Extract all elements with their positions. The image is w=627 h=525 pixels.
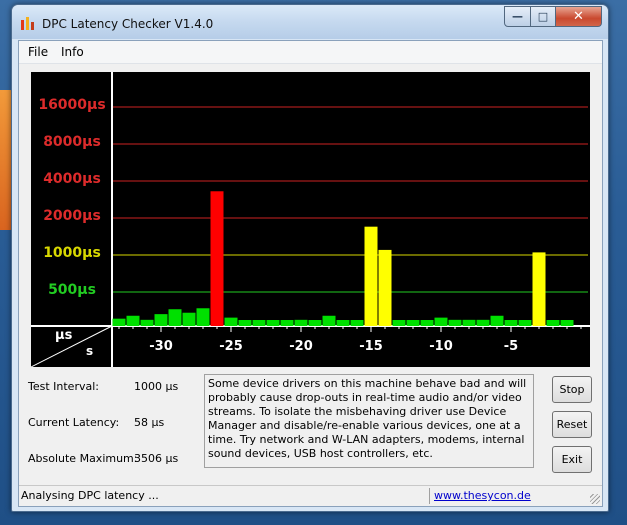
latency-bar: [378, 249, 392, 326]
x-tick-label: -10: [429, 339, 453, 354]
status-text: Analysing DPC latency ...: [21, 489, 159, 502]
latency-bar: [518, 320, 532, 326]
minimize-button[interactable]: —: [504, 6, 531, 27]
reset-button[interactable]: Reset: [552, 411, 592, 438]
latency-bar: [504, 320, 518, 326]
latency-bar: [210, 191, 224, 326]
client-area: File Info 16000µs 8000µs 4000µs 2000µs 1000µ…: [18, 40, 603, 507]
latency-bar: [126, 315, 140, 326]
latency-bar: [308, 320, 322, 326]
x-tick-label: -20: [289, 339, 313, 354]
latency-bar: [266, 320, 280, 326]
menu-info[interactable]: Info: [61, 45, 84, 59]
status-separator: [429, 488, 430, 504]
latency-bar: [322, 315, 336, 326]
y-axis-unit-label: µs: [55, 328, 73, 343]
latency-bar: [546, 320, 560, 326]
menu-file[interactable]: File: [28, 45, 48, 59]
test-interval-label: Test Interval:: [28, 380, 99, 393]
latency-bar: [560, 320, 574, 326]
latency-bar: [532, 252, 546, 326]
latency-bar: [336, 320, 350, 326]
website-link[interactable]: www.thesycon.de: [434, 489, 531, 502]
latency-bar: [406, 320, 420, 326]
latency-bar: [238, 320, 252, 326]
maximize-button[interactable]: □: [531, 6, 556, 27]
latency-bar: [350, 320, 364, 326]
latency-bar: [392, 320, 406, 326]
window-controls: — □ ✕: [504, 6, 602, 27]
absolute-maximum-value: 3506 µs: [134, 452, 179, 465]
title-bar[interactable]: DPC Latency Checker V1.4.0 — □ ✕: [12, 5, 608, 39]
window-title: DPC Latency Checker V1.4.0: [42, 17, 214, 31]
latency-bar: [434, 317, 448, 326]
latency-bar: [294, 319, 308, 326]
resize-grip-icon[interactable]: [590, 494, 600, 504]
y-tick-label: 16000µs: [38, 97, 106, 113]
status-bar: Analysing DPC latency ... www.thesycon.d…: [19, 485, 602, 506]
y-tick-label: 4000µs: [43, 171, 101, 187]
latency-bar: [280, 320, 294, 326]
latency-bar: [112, 318, 126, 326]
x-tick-label: -15: [359, 339, 383, 354]
exit-button[interactable]: Exit: [552, 446, 592, 473]
app-bars-icon: [21, 17, 34, 30]
latency-bar: [252, 320, 266, 326]
latency-bar: [490, 315, 504, 326]
latency-bar: [196, 308, 210, 326]
x-tick-label: -5: [503, 339, 519, 354]
x-tick-label: -30: [149, 339, 173, 354]
close-button[interactable]: ✕: [556, 6, 602, 27]
latency-bar: [140, 319, 154, 326]
x-tick-label: -25: [219, 339, 243, 354]
menu-bar: File Info: [19, 41, 602, 64]
latency-bar: [182, 312, 196, 326]
latency-bar: [224, 317, 238, 326]
x-axis-unit-label: s: [86, 344, 94, 358]
latency-bar: [476, 319, 490, 326]
test-interval-value: 1000 µs: [134, 380, 179, 393]
latency-chart-plot: [31, 72, 590, 367]
latency-chart: 16000µs 8000µs 4000µs 2000µs 1000µs 500µs µs …: [31, 72, 590, 367]
description-text: Some device drivers on this machine beha…: [204, 374, 534, 468]
y-tick-label: 500µs: [48, 282, 96, 298]
app-window: DPC Latency Checker V1.4.0 — □ ✕ File In…: [11, 4, 609, 512]
y-tick-label: 2000µs: [43, 208, 101, 224]
latency-bar: [154, 314, 168, 326]
absolute-maximum-label: Absolute Maximum:: [28, 452, 138, 465]
latency-bar: [364, 226, 378, 326]
y-tick-label: 1000µs: [43, 245, 101, 261]
latency-bar: [448, 319, 462, 326]
current-latency-value: 58 µs: [134, 416, 165, 429]
y-tick-label: 8000µs: [43, 134, 101, 150]
latency-bar: [168, 309, 182, 326]
stop-button[interactable]: Stop: [552, 376, 592, 403]
latency-bar: [420, 320, 434, 326]
current-latency-label: Current Latency:: [28, 416, 120, 429]
latency-bar: [462, 319, 476, 326]
